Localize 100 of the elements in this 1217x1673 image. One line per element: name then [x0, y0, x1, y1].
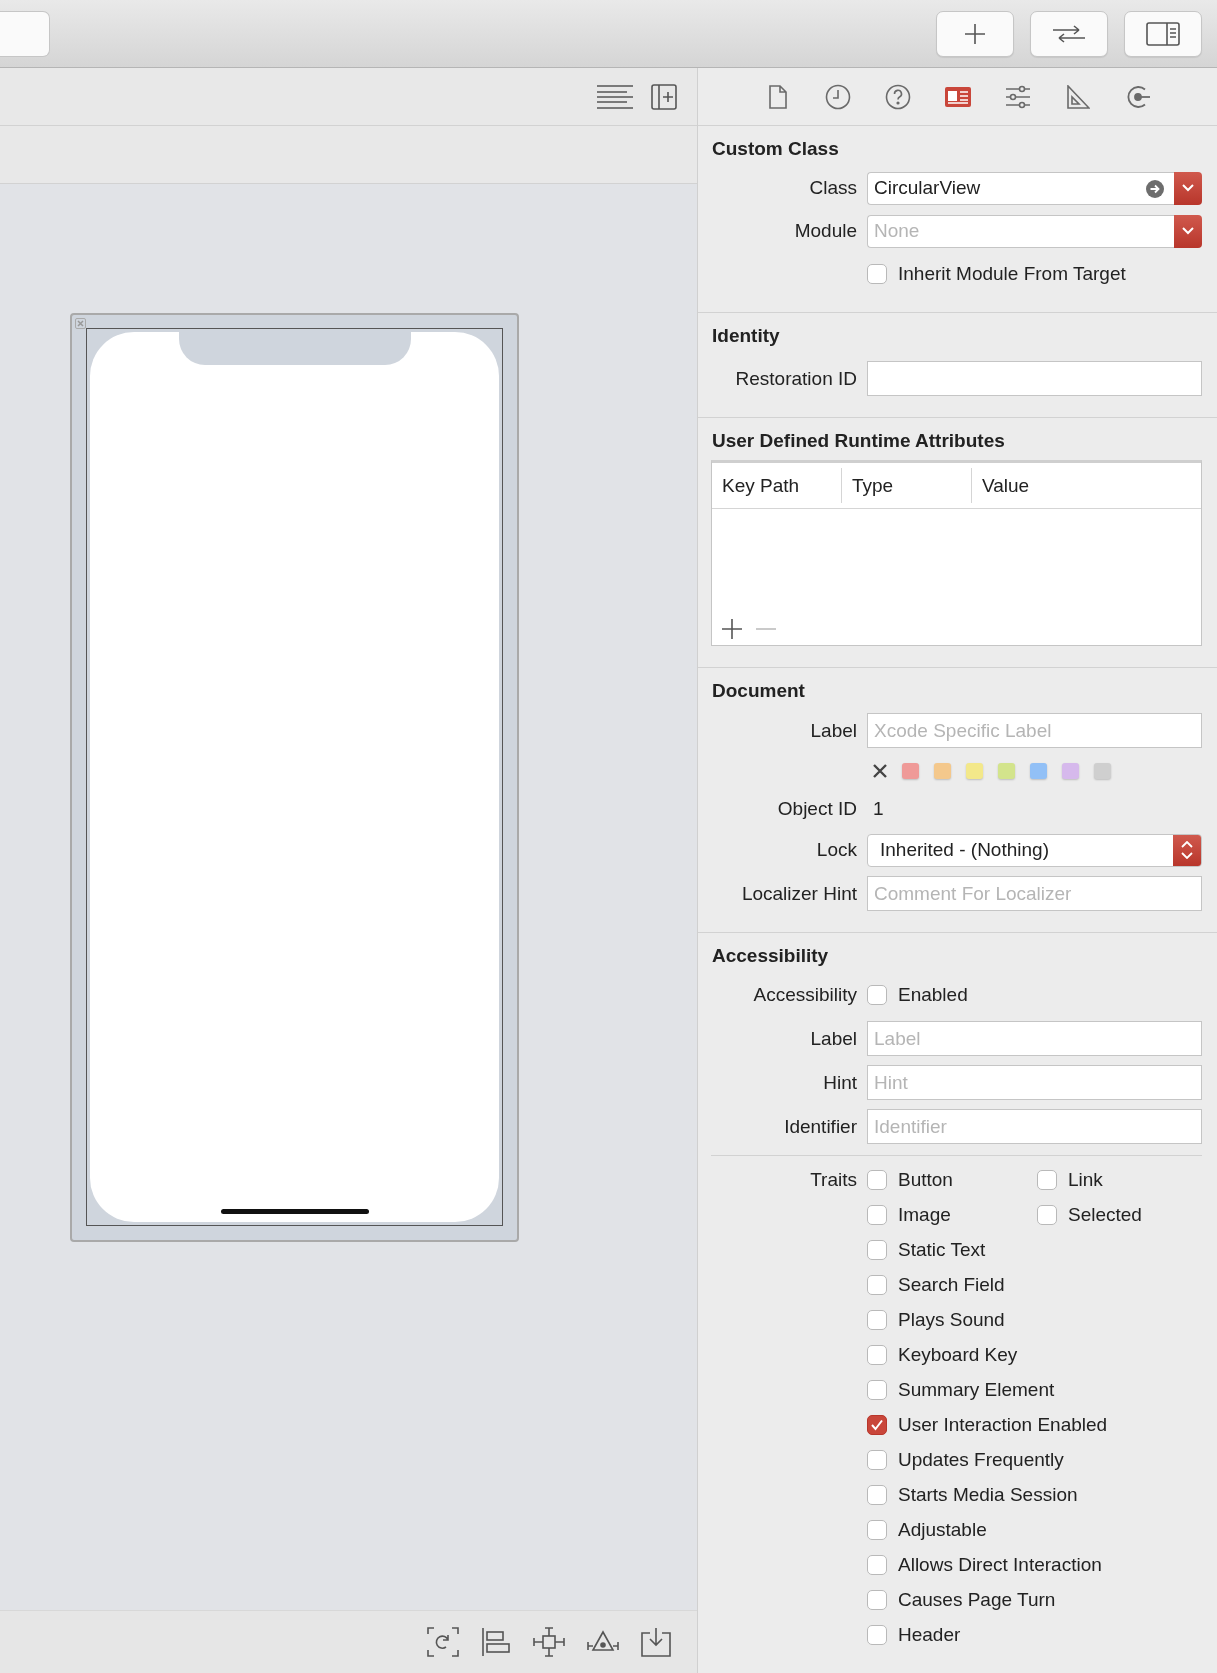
- chevron-down-icon: [1182, 184, 1194, 192]
- checkmark-icon: [870, 1419, 884, 1431]
- add-editor-icon[interactable]: [651, 83, 677, 110]
- field-label: Identifier: [783, 1115, 857, 1138]
- clock-icon: [825, 83, 851, 110]
- align-icon[interactable]: [481, 1627, 511, 1657]
- field-label: Traits: [809, 1169, 857, 1191]
- checkbox[interactable]: [867, 1555, 887, 1575]
- field-label: Object ID: [776, 798, 857, 820]
- connection-icon: [1125, 83, 1151, 110]
- field-label: Lock: [815, 839, 857, 861]
- checkbox-label: Keyboard Key: [898, 1344, 1018, 1366]
- update-frames-icon[interactable]: [427, 1627, 459, 1657]
- column-header[interactable]: Key Path: [712, 468, 842, 503]
- color-swatch[interactable]: [1062, 763, 1079, 779]
- checkbox[interactable]: [867, 1310, 887, 1330]
- column-header[interactable]: Value: [972, 468, 1201, 503]
- checkbox-label: Enabled: [898, 984, 968, 1006]
- field-label: Localizer Hint: [740, 882, 857, 905]
- swap-arrows-icon: [1051, 22, 1087, 45]
- field-label: Module: [793, 220, 857, 242]
- checkbox[interactable]: [867, 1520, 887, 1540]
- field-label: Label: [809, 719, 857, 742]
- pin-constraints-icon[interactable]: [533, 1627, 565, 1657]
- sliders-icon: [1005, 84, 1031, 109]
- checkbox[interactable]: [867, 1590, 887, 1610]
- clear-icon[interactable]: [873, 764, 887, 778]
- sidebar-icon: [1146, 21, 1180, 46]
- hint-field[interactable]: Hint: [867, 1065, 1202, 1100]
- ruler-triangle-icon: [1066, 84, 1090, 109]
- color-swatch[interactable]: [998, 763, 1015, 779]
- field-label: Hint: [822, 1071, 857, 1094]
- label-field[interactable]: Xcode Specific Label: [867, 713, 1202, 748]
- checkbox[interactable]: [867, 985, 887, 1005]
- checkbox-label: Adjustable: [898, 1519, 987, 1541]
- column-header[interactable]: Type: [842, 468, 972, 503]
- section-title: Custom Class: [711, 137, 840, 161]
- section-title: Identity: [711, 324, 781, 348]
- module-field[interactable]: None: [867, 214, 1174, 248]
- checkbox-label: Allows Direct Interaction: [898, 1554, 1102, 1576]
- checkbox-label: Search Field: [898, 1274, 1005, 1296]
- section-title: User Defined Runtime Attributes: [711, 429, 1006, 453]
- checkbox-label: Image: [898, 1204, 951, 1226]
- color-swatch[interactable]: [934, 763, 951, 779]
- section-title: Accessibility: [711, 944, 830, 968]
- arrow-circle-icon[interactable]: [1146, 179, 1164, 198]
- section-title: Document: [711, 679, 806, 703]
- checkbox-label: Static Text: [898, 1239, 986, 1261]
- toolbar-button[interactable]: [0, 10, 50, 57]
- inspector-toggle-button[interactable]: [1124, 10, 1202, 57]
- checkbox[interactable]: [867, 1380, 887, 1400]
- checkbox[interactable]: [867, 1625, 887, 1645]
- field-label: Class: [808, 177, 857, 199]
- checkbox[interactable]: [1037, 1170, 1057, 1190]
- checkbox[interactable]: [867, 1450, 887, 1470]
- plus-icon: [964, 22, 986, 45]
- color-swatch[interactable]: [1030, 763, 1047, 779]
- checkbox-label: Updates Frequently: [898, 1449, 1064, 1471]
- localizer-hint-field[interactable]: Comment For Localizer: [867, 876, 1202, 911]
- close-icon[interactable]: [75, 318, 86, 329]
- field-label: Restoration ID: [734, 367, 857, 390]
- library-button[interactable]: [936, 10, 1014, 57]
- swap-arrows-button[interactable]: [1030, 10, 1108, 57]
- checkbox-label: User Interaction Enabled: [898, 1414, 1108, 1436]
- object-id-value: 1: [872, 798, 885, 820]
- editor-options-icon[interactable]: [597, 84, 633, 109]
- checkbox[interactable]: [867, 1415, 887, 1435]
- checkbox-label: Causes Page Turn: [898, 1589, 1056, 1611]
- color-swatch[interactable]: [966, 763, 983, 779]
- checkbox[interactable]: [867, 264, 887, 284]
- checkbox[interactable]: [867, 1170, 887, 1190]
- identifier-field[interactable]: Identifier: [867, 1109, 1202, 1144]
- up-down-icon: [1181, 841, 1193, 859]
- color-swatch[interactable]: [902, 763, 919, 779]
- color-swatch[interactable]: [1094, 763, 1111, 779]
- checkbox-label: Plays Sound: [898, 1309, 1005, 1331]
- add-icon[interactable]: [722, 619, 742, 639]
- chevron-down-icon: [1182, 227, 1194, 235]
- checkbox-label: Inherit Module From Target: [898, 263, 1126, 285]
- checkbox-label: Link: [1068, 1169, 1103, 1191]
- checkbox[interactable]: [867, 1205, 887, 1225]
- checkbox-label: Button: [898, 1169, 953, 1191]
- label-field[interactable]: Label: [867, 1021, 1202, 1056]
- dropdown-button[interactable]: [1174, 214, 1202, 248]
- checkbox[interactable]: [867, 1275, 887, 1295]
- file-icon: [769, 84, 787, 109]
- checkbox[interactable]: [867, 1345, 887, 1365]
- restoration-id-field[interactable]: [867, 361, 1202, 396]
- checkbox-label: Summary Element: [898, 1379, 1055, 1401]
- lock-popup-button[interactable]: Inherited - (Nothing): [867, 833, 1202, 867]
- checkbox[interactable]: [1037, 1205, 1057, 1225]
- class-field[interactable]: CircularView: [867, 171, 1174, 205]
- id-card-icon: [945, 86, 971, 107]
- checkbox-label: Selected: [1068, 1204, 1142, 1226]
- checkbox-label: Starts Media Session: [898, 1484, 1078, 1506]
- embed-icon[interactable]: [641, 1627, 671, 1657]
- field-label: Accessibility: [752, 984, 857, 1006]
- checkbox[interactable]: [867, 1240, 887, 1260]
- dropdown-button[interactable]: [1174, 171, 1202, 205]
- checkbox[interactable]: [867, 1485, 887, 1505]
